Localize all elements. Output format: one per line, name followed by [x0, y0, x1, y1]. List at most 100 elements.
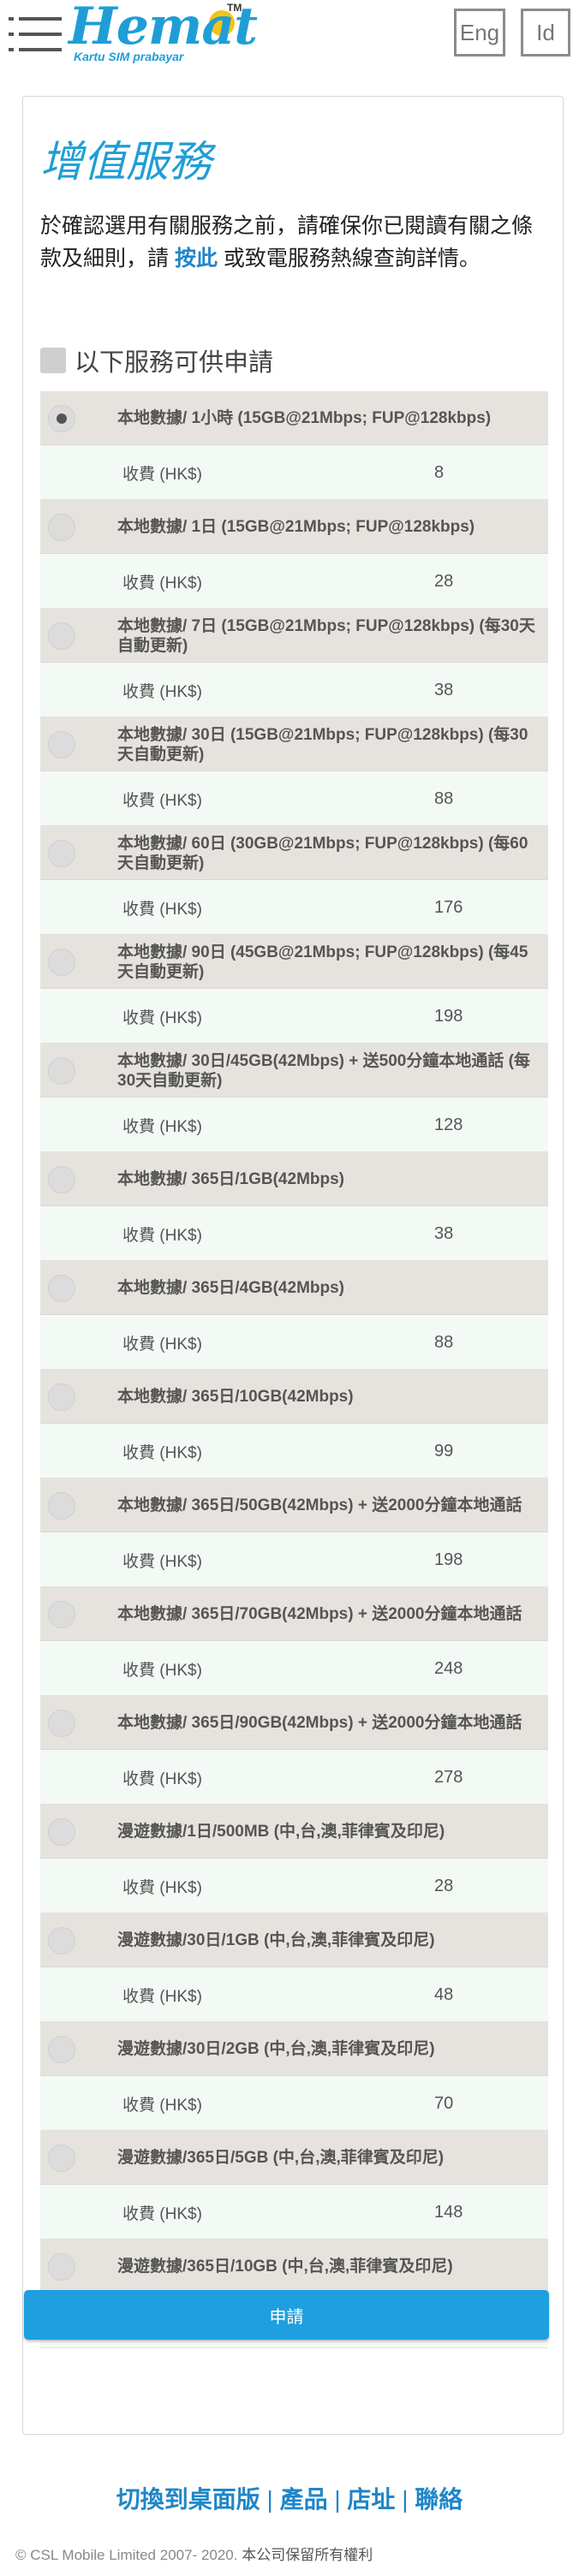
fee-value: 198: [434, 1006, 463, 1026]
service-radio[interactable]: [48, 1927, 75, 1954]
fee-value: 198: [434, 1550, 463, 1569]
service-header[interactable]: 本地數據/ 7日 (15GB@21Mbps; FUP@128kbps) (每30…: [40, 609, 548, 663]
fee-label: 收費 (HK$): [122, 1008, 202, 1027]
logo-tm: TM: [227, 2, 242, 14]
service-item[interactable]: 本地數據/ 365日/90GB(42Mbps) + 送2000分鐘本地通話 收費 …: [40, 1696, 548, 1805]
service-fee-row: 收費 (HK$) 28: [40, 1859, 548, 1913]
service-radio[interactable]: [48, 1492, 75, 1520]
service-item[interactable]: 本地數據/ 90日 (45GB@21Mbps; FUP@128kbps) (每4…: [40, 935, 548, 1044]
service-header[interactable]: 漫遊數據/30日/1GB (中,台,澳,菲律賓及印尼): [40, 1913, 548, 1967]
logo[interactable]: Hemat TM Kartu SIM prabayar: [69, 0, 258, 67]
service-name: 漫遊數據/30日/1GB (中,台,澳,菲律賓及印尼): [117, 1931, 435, 1949]
service-radio[interactable]: [48, 1166, 75, 1193]
fee-value: 38: [434, 680, 454, 699]
service-item[interactable]: 漫遊數據/365日/5GB (中,台,澳,菲律賓及印尼) 收費 (HK$) 148: [40, 2131, 548, 2240]
service-header[interactable]: 漫遊數據/365日/10GB (中,台,澳,菲律賓及印尼): [40, 2240, 548, 2293]
service-name: 本地數據/ 1小時 (15GB@21Mbps; FUP@128kbps): [117, 409, 492, 427]
service-header[interactable]: 本地數據/ 1日 (15GB@21Mbps; FUP@128kbps): [40, 500, 548, 554]
service-item[interactable]: 本地數據/ 365日/10GB(42Mbps) 收費 (HK$) 99: [40, 1370, 548, 1478]
service-radio[interactable]: [48, 1601, 75, 1628]
fee-label: 收費 (HK$): [122, 791, 202, 810]
service-fee-row: 收費 (HK$) 99: [40, 1424, 548, 1478]
service-name: 本地數據/ 365日/90GB(42Mbps) + 送2000分鐘本地通話: [117, 1714, 522, 1732]
service-radio[interactable]: [48, 405, 75, 432]
service-name: 本地數據/ 1日 (15GB@21Mbps; FUP@128kbps): [117, 518, 475, 536]
service-name: 本地數據/ 365日/1GB(42Mbps): [117, 1170, 344, 1188]
fee-label: 收費 (HK$): [122, 574, 202, 592]
service-header[interactable]: 本地數據/ 1小時 (15GB@21Mbps; FUP@128kbps): [40, 391, 548, 445]
service-header[interactable]: 本地數據/ 365日/90GB(42Mbps) + 送2000分鐘本地通話: [40, 1696, 548, 1750]
service-radio[interactable]: [48, 1383, 75, 1411]
service-header[interactable]: 本地數據/ 90日 (45GB@21Mbps; FUP@128kbps) (每4…: [40, 935, 548, 989]
service-item[interactable]: 漫遊數據/1日/500MB (中,台,澳,菲律賓及印尼) 收費 (HK$) 28: [40, 1805, 548, 1913]
service-item[interactable]: 本地數據/ 30日 (15GB@21Mbps; FUP@128kbps) (每3…: [40, 717, 548, 826]
service-item[interactable]: 本地數據/ 60日 (30GB@21Mbps; FUP@128kbps) (每6…: [40, 826, 548, 935]
fee-value: 248: [434, 1658, 463, 1678]
service-item[interactable]: 漫遊數據/30日/1GB (中,台,澳,菲律賓及印尼) 收費 (HK$) 48: [40, 1913, 548, 2022]
service-radio[interactable]: [48, 840, 75, 867]
contact-link[interactable]: 聯絡: [415, 2486, 463, 2513]
service-item[interactable]: 本地數據/ 30日/45GB(42Mbps) + 送500分鐘本地通話 (每30…: [40, 1044, 548, 1152]
service-header[interactable]: 本地數據/ 30日/45GB(42Mbps) + 送500分鐘本地通話 (每30…: [40, 1044, 548, 1098]
fee-label: 收費 (HK$): [122, 900, 202, 919]
service-header[interactable]: 本地數據/ 30日 (15GB@21Mbps; FUP@128kbps) (每3…: [40, 717, 548, 771]
service-radio[interactable]: [48, 1057, 75, 1085]
menu-icon[interactable]: [9, 12, 62, 55]
service-fee-row: 收費 (HK$) 148: [40, 2185, 548, 2240]
service-radio[interactable]: [48, 1710, 75, 1737]
language-indonesian-button[interactable]: Id: [521, 9, 570, 57]
service-item[interactable]: 本地數據/ 365日/4GB(42Mbps) 收費 (HK$) 88: [40, 1261, 548, 1370]
service-header[interactable]: 本地數據/ 365日/10GB(42Mbps): [40, 1370, 548, 1424]
service-name: 漫遊數據/365日/5GB (中,台,澳,菲律賓及印尼): [117, 2149, 445, 2167]
service-item[interactable]: 本地數據/ 7日 (15GB@21Mbps; FUP@128kbps) (每30…: [40, 609, 548, 717]
service-radio[interactable]: [48, 1275, 75, 1302]
footer-separator: |: [334, 2486, 341, 2513]
fee-value: 128: [434, 1115, 463, 1134]
service-item[interactable]: 本地數據/ 365日/1GB(42Mbps) 收費 (HK$) 38: [40, 1152, 548, 1261]
service-name: 本地數據/ 60日 (30GB@21Mbps; FUP@128kbps) (每6…: [117, 834, 528, 872]
service-name: 本地數據/ 365日/70GB(42Mbps) + 送2000分鐘本地通話: [117, 1605, 522, 1623]
copyright-rights: 本公司保留所有權利: [242, 2547, 373, 2563]
service-name: 漫遊數據/1日/500MB (中,台,澳,菲律賓及印尼): [117, 1823, 445, 1841]
service-header[interactable]: 本地數據/ 365日/4GB(42Mbps): [40, 1261, 548, 1315]
desktop-version-link[interactable]: 切換到桌面版: [116, 2486, 260, 2513]
stores-link[interactable]: 店址: [347, 2486, 395, 2513]
available-checkbox[interactable]: [40, 348, 66, 373]
service-item[interactable]: 漫遊數據/30日/2GB (中,台,澳,菲律賓及印尼) 收費 (HK$) 70: [40, 2022, 548, 2131]
service-header[interactable]: 漫遊數據/365日/5GB (中,台,澳,菲律賓及印尼): [40, 2131, 548, 2185]
service-name: 漫遊數據/30日/2GB (中,台,澳,菲律賓及印尼): [117, 2040, 435, 2058]
service-header[interactable]: 本地數據/ 365日/50GB(42Mbps) + 送2000分鐘本地通話: [40, 1478, 548, 1532]
service-item[interactable]: 本地數據/ 365日/70GB(42Mbps) + 送2000分鐘本地通話 收費 …: [40, 1587, 548, 1696]
logo-subtitle: Kartu SIM prabayar: [74, 50, 184, 63]
service-radio[interactable]: [48, 514, 75, 541]
terms-link[interactable]: 按此: [175, 247, 218, 271]
fee-label: 收費 (HK$): [122, 1335, 202, 1353]
service-radio[interactable]: [48, 949, 75, 976]
service-radio[interactable]: [48, 2145, 75, 2172]
fee-label: 收費 (HK$): [122, 1552, 202, 1571]
service-item[interactable]: 本地數據/ 365日/50GB(42Mbps) + 送2000分鐘本地通話收費 …: [40, 1478, 548, 1587]
service-radio[interactable]: [48, 2036, 75, 2063]
service-fee-row: 收費 (HK$) 28: [40, 554, 548, 609]
fee-value: 48: [434, 1984, 454, 2004]
service-item[interactable]: 本地數據/ 1小時 (15GB@21Mbps; FUP@128kbps) 收費 (…: [40, 391, 548, 500]
products-link[interactable]: 產品: [280, 2486, 328, 2513]
fee-value: 28: [434, 571, 454, 591]
service-name: 本地數據/ 365日/4GB(42Mbps): [117, 1279, 344, 1297]
apply-button[interactable]: 申請: [24, 2290, 549, 2340]
fee-value: 8: [434, 462, 445, 482]
service-header[interactable]: 本地數據/ 60日 (30GB@21Mbps; FUP@128kbps) (每6…: [40, 826, 548, 880]
fee-value: 28: [434, 1876, 454, 1895]
service-item[interactable]: 本地數據/ 1日 (15GB@21Mbps; FUP@128kbps) 收費 (H…: [40, 500, 548, 609]
fee-label: 收費 (HK$): [122, 1226, 202, 1245]
service-radio[interactable]: [48, 1818, 75, 1846]
language-english-button[interactable]: Eng: [454, 9, 505, 57]
service-header[interactable]: 漫遊數據/30日/2GB (中,台,澳,菲律賓及印尼): [40, 2022, 548, 2076]
service-radio[interactable]: [48, 2253, 75, 2281]
service-radio[interactable]: [48, 731, 75, 759]
service-fee-row: 收費 (HK$) 48: [40, 1967, 548, 2022]
service-header[interactable]: 本地數據/ 365日/1GB(42Mbps): [40, 1152, 548, 1206]
service-header[interactable]: 漫遊數據/1日/500MB (中,台,澳,菲律賓及印尼): [40, 1805, 548, 1859]
service-header[interactable]: 本地數據/ 365日/70GB(42Mbps) + 送2000分鐘本地通話: [40, 1587, 548, 1641]
service-radio[interactable]: [48, 622, 75, 650]
